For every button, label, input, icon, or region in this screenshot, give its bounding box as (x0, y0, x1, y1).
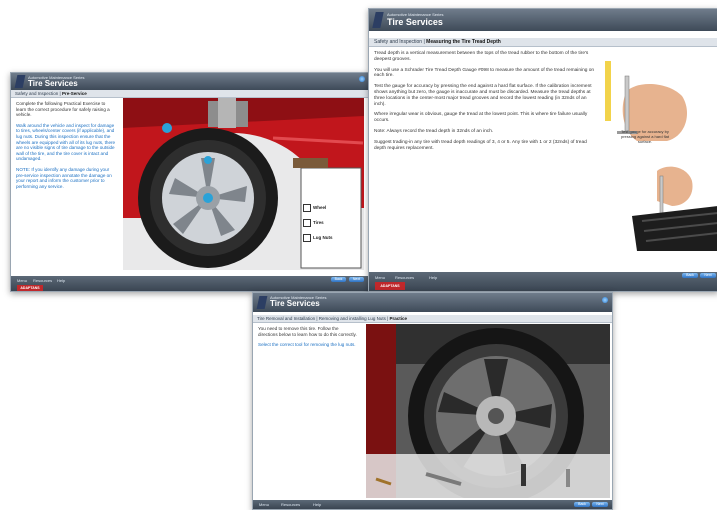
checkbox-label: Wheel (313, 205, 327, 210)
gauge-caption: Test gauge for accuracy by pressing agai… (620, 129, 670, 144)
breadcrumb-subsection[interactable]: Removing and installing Lug Nuts (319, 316, 386, 321)
paragraph: Walk around the vehicle and inspect for … (16, 122, 116, 162)
checkbox-lug-nuts[interactable] (303, 234, 311, 242)
paragraph: Tread depth is a vertical measurement be… (374, 51, 589, 62)
instructions-text: You need to remove this tire. Follow the… (258, 326, 358, 353)
paragraph: You need to remove this tire. Follow the… (258, 326, 357, 337)
tread-gauge-illustration (605, 61, 717, 251)
footer-link-menu[interactable]: Menu (375, 275, 385, 280)
close-icon[interactable] (359, 76, 365, 82)
course-logo-icon (372, 12, 384, 28)
checkbox-label: Lug Nuts (313, 235, 333, 240)
course-title: Tire Services (387, 17, 443, 27)
footer-link-help[interactable]: Help (57, 278, 65, 283)
breadcrumb-page: Pre-Service (61, 91, 87, 96)
paragraph: Note: Always record the tread depth in 3… (374, 128, 494, 134)
back-button[interactable]: Back (331, 277, 346, 282)
breadcrumb-page: Practice (389, 316, 408, 321)
paragraph: Complete the following Practical Exercis… (16, 101, 110, 118)
checkbox-tires[interactable] (303, 219, 311, 227)
checkbox-wheel[interactable] (303, 204, 311, 212)
paragraph: Test the gauge for accuracy by pressing … (374, 84, 592, 107)
instructions-text: Tread depth is a vertical measurement be… (374, 51, 596, 156)
screen-tread-depth: Automotive Maintenance Series Tire Servi… (368, 8, 717, 292)
instructions-text: Complete the following Practical Exercis… (16, 101, 116, 194)
back-button[interactable]: Back (682, 273, 698, 278)
footer-link-menu[interactable]: Menu (17, 278, 27, 283)
footer-bar: Menu Resources Help Back Next (369, 272, 717, 291)
paragraph: You will use a Schrader Tire Tread Depth… (374, 67, 595, 79)
paragraph: Where irregular wear is obvious, gauge t… (374, 112, 588, 124)
header-bar: Automotive Maintenance Series Tire Servi… (11, 73, 368, 90)
footer-link-menu[interactable]: Menu (259, 502, 269, 507)
footer-link-resources[interactable]: Resources (281, 502, 300, 507)
screen-lug-nut-practice: Automotive Maintenance Series Tire Servi… (252, 292, 613, 510)
footer-link-help[interactable]: Help (313, 502, 321, 507)
footer-link-resources[interactable]: Resources (33, 278, 52, 283)
breadcrumb: Tire Removal and Installation | Removing… (253, 315, 612, 323)
breadcrumb-section[interactable]: Safety and Inspection (15, 91, 58, 96)
next-button[interactable]: Next (700, 273, 716, 278)
course-title: Tire Services (28, 79, 78, 88)
paragraph: Select the correct tool for removing the… (258, 342, 356, 348)
car-wheel-illustration (123, 98, 364, 270)
breadcrumb-section[interactable]: Safety and Inspection (374, 39, 422, 45)
brand-logo: ADAPTANS (17, 285, 43, 291)
back-button[interactable]: Back (574, 502, 590, 507)
course-logo-icon (256, 296, 268, 309)
course-logo-icon (14, 75, 26, 88)
paragraph: NOTE: If you identify any damage during … (16, 166, 112, 189)
brand-logo: ADAPTANS (375, 282, 405, 290)
footer-link-help[interactable]: Help (429, 275, 437, 280)
screen-pre-service: Automotive Maintenance Series Tire Servi… (10, 72, 369, 292)
header-bar: Automotive Maintenance Series Tire Servi… (253, 293, 612, 312)
paragraph: Suggest trading-in any tire with tread d… (374, 139, 587, 151)
footer-link-resources[interactable]: Resources (395, 275, 414, 280)
wheel-well-illustration (366, 324, 610, 498)
checkbox-label: Tires (313, 220, 324, 225)
breadcrumb-section[interactable]: Tire Removal and Installation (257, 316, 315, 321)
footer-bar: Menu Resources Help Back Next (11, 276, 368, 291)
header-bar: Automotive Maintenance Series Tire Servi… (369, 9, 717, 31)
next-button[interactable]: Next (349, 277, 364, 282)
course-title: Tire Services (270, 299, 320, 308)
close-icon[interactable] (602, 297, 608, 303)
breadcrumb: Safety and Inspection | Measuring the Ti… (369, 38, 717, 47)
breadcrumb-page: Measuring the Tire Tread Depth (426, 39, 501, 45)
next-button[interactable]: Next (592, 502, 608, 507)
breadcrumb: Safety and Inspection | Pre-Service (11, 90, 368, 98)
